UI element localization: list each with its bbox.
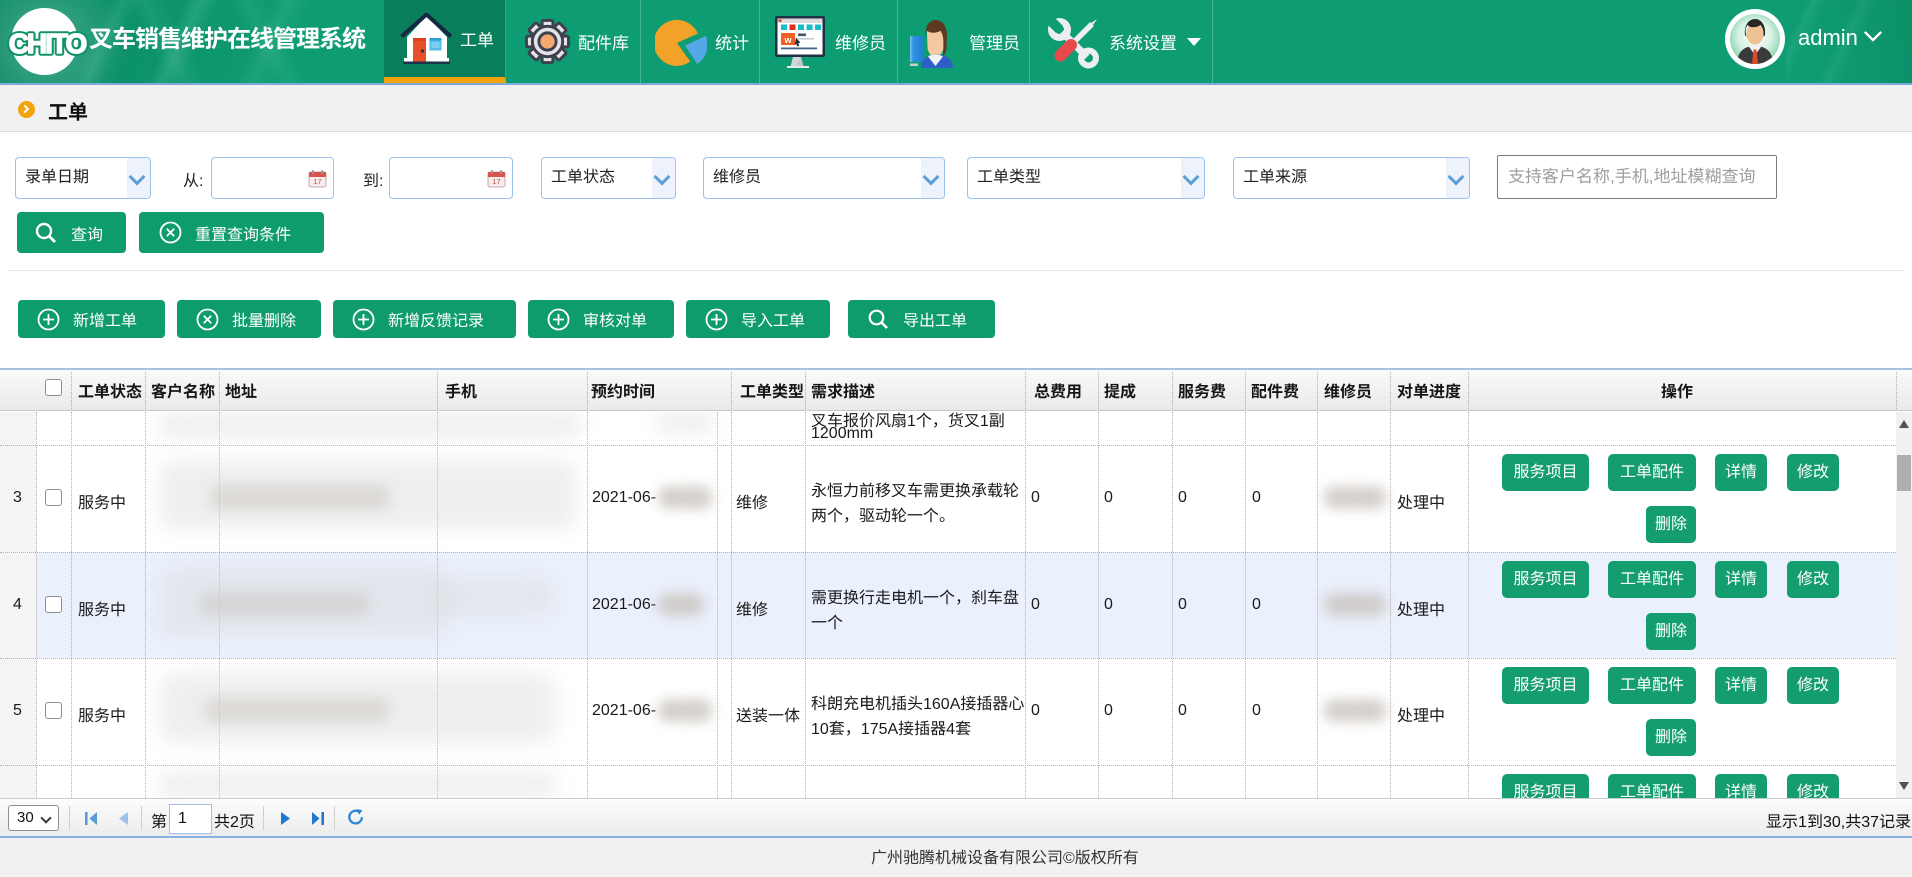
svg-text:17: 17 bbox=[492, 177, 500, 186]
svg-text:17: 17 bbox=[313, 177, 321, 186]
svg-text:CHITO: CHITO bbox=[9, 28, 87, 59]
svg-text:w: w bbox=[783, 35, 792, 45]
